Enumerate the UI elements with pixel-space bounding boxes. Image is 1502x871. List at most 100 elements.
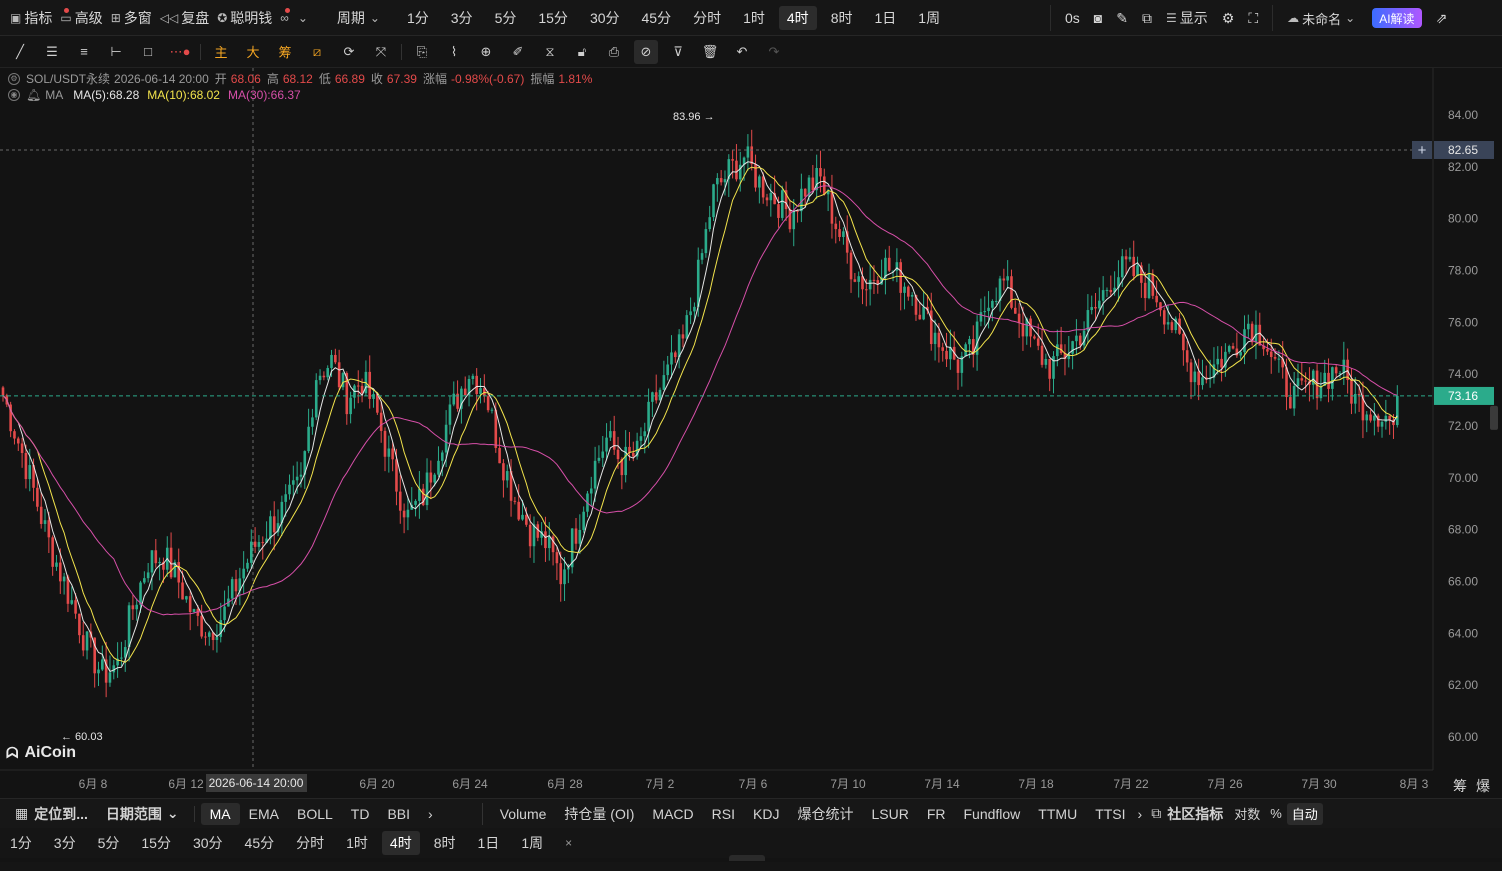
indicator-ttmu[interactable]: TTMU [1029,803,1086,825]
log-scale-toggle[interactable]: 对数 [1229,803,1265,825]
chevron-right-icon[interactable]: › [419,803,442,825]
camera-icon[interactable]: ◙ [1094,0,1102,36]
chart-area[interactable]: 84.00 82.00 80.00 78.00 76.00 74.00 72.00 70.00… [0,68,1502,798]
locate-button[interactable]: ▦ 定位到... [6,803,97,825]
period-dropdown[interactable]: 周期 ⌄ [333,0,387,36]
indicator-bbi[interactable]: BBI [378,803,419,825]
settings-circle-icon[interactable]: ⚙ [8,72,20,85]
dotted-ray-icon[interactable]: ⋯● [164,36,196,68]
indicator-kdj[interactable]: KDJ [744,803,788,825]
visibility-icon[interactable]: ⧖ [534,36,566,68]
period-1m[interactable]: 1分 [399,6,437,30]
period-15m[interactable]: 15分 [530,6,576,30]
indicator-liquidation[interactable]: 爆仓统计 [788,803,862,825]
period-1w[interactable]: 1周 [910,6,948,30]
indicator-ma[interactable]: MA [200,802,240,825]
indicator-volume[interactable]: Volume [491,803,556,825]
indicator-rsi[interactable]: RSI [703,803,744,825]
period-timeshare[interactable]: 分时 [685,6,729,30]
template-icon[interactable]: ⎙ [598,36,630,68]
chevron-right-icon[interactable]: › [1135,803,1146,825]
indicator-td[interactable]: TD [342,803,379,825]
replay-button[interactable]: ◁◁ 复盘 [156,0,213,36]
bottom-period-3m[interactable]: 3分 [46,831,84,855]
bottom-period-15m[interactable]: 15分 [133,831,179,855]
bottom-period-1m[interactable]: 1分 [2,831,40,855]
chip-tool-icon[interactable]: 筹 [269,36,301,68]
brush-icon[interactable]: ✐ [502,36,534,68]
candle-body [1239,352,1242,356]
horizontal-ray-icon[interactable]: ⊢ [100,36,132,68]
main-tool-icon[interactable]: 主 [205,36,237,68]
indicator-oi[interactable]: 持仓量 (OI) [555,803,643,825]
indicator-boll[interactable]: BOLL [288,803,342,825]
zoom-icon[interactable]: ⊕ [470,36,502,68]
advanced-button[interactable]: ▭ 高级 [56,0,106,36]
multi-window-button[interactable]: ⊞ 多窗 [107,0,156,36]
close-icon[interactable]: × [557,831,580,855]
line-tool-icon[interactable]: ╱ [4,36,36,68]
price-chart[interactable]: 84.00 82.00 80.00 78.00 76.00 74.00 72.00 70.00… [0,68,1502,798]
display-button[interactable]: ☰ 显示 [1166,0,1208,36]
percent-scale-toggle[interactable]: % [1265,803,1287,825]
pencil-icon[interactable]: ✎ [1116,0,1128,36]
layout-dropdown[interactable]: ☁ 未命名 ⌄ [1287,0,1358,36]
indicator-fr[interactable]: FR [918,803,955,825]
bottom-period-1h[interactable]: 1时 [338,831,376,855]
indicator-fundflow[interactable]: Fundflow [954,803,1029,825]
parallel-lines-icon[interactable]: ☰ [36,36,68,68]
bottom-period-5m[interactable]: 5分 [90,831,128,855]
magnet-icon[interactable]: ⊘ [634,39,658,64]
popout-icon[interactable]: ⇗ [1436,0,1448,36]
fullscreen-icon[interactable]: ⛶ [1248,0,1258,36]
period-5m[interactable]: 5分 [487,6,525,30]
community-indicators-button[interactable]: ⧉ 社区指标 [1145,803,1229,825]
period-8h[interactable]: 8时 [823,6,861,30]
measure-tool-icon[interactable]: ⤧ [365,36,397,68]
note-icon[interactable]: ⎘ [406,36,438,68]
bottom-period-1d[interactable]: 1日 [470,831,508,855]
share-icon[interactable]: ⧉ [1142,0,1152,36]
big-tool-icon[interactable]: 大 [237,36,269,68]
indicator-lsur[interactable]: LSUR [862,803,917,825]
trend-tool-icon[interactable]: ⧄ [301,36,333,68]
settings-icon[interactable]: ⚙ [1222,0,1235,36]
redo-icon[interactable]: ↷ [758,36,790,68]
period-1h[interactable]: 1时 [735,6,773,30]
undo-icon[interactable]: ↶ [726,36,758,68]
bell-icon[interactable]: 🔔︎ [26,88,41,102]
rectangle-icon[interactable]: □ [132,36,164,68]
ai-interpret-button[interactable]: AI解读 [1372,8,1422,28]
time-tick-label: 7月 22 [1113,777,1149,791]
date-range-dropdown[interactable]: 日期范围 ⌄ [97,803,188,825]
bottom-period-45m[interactable]: 45分 [237,831,283,855]
period-3m[interactable]: 3分 [443,6,481,30]
bottom-period-timeshare[interactable]: 分时 [288,831,332,855]
liquidation-toggle[interactable]: 爆 [1476,779,1490,795]
bottom-period-8h[interactable]: 8时 [426,831,464,855]
indicator-ema[interactable]: EMA [240,803,288,825]
ruler-icon[interactable]: ⌇ [438,36,470,68]
bottom-period-30m[interactable]: 30分 [185,831,231,855]
bottom-period-4h[interactable]: 4时 [381,831,420,855]
filter-icon[interactable]: ⊽ [662,36,694,68]
smart-money-button[interactable]: ✪ 聪明钱 [213,0,291,36]
period-1d[interactable]: 1日 [866,6,904,30]
auto-scale-toggle[interactable]: 自动 [1286,802,1323,825]
visibility-circle-icon[interactable]: ◉ [8,89,20,101]
lock-icon[interactable]: 🔓︎ [566,36,598,68]
panel-resize-handle[interactable] [729,855,765,861]
glasses-button[interactable]: ∞ ⌄ [276,0,315,36]
add-alert-icon[interactable]: + [1418,142,1427,159]
trash-icon[interactable]: 🗑︎ [694,36,726,68]
cycle-tool-icon[interactable]: ⟳ [333,36,365,68]
indicator-button[interactable]: ▣ 指标 [6,0,69,36]
period-4h[interactable]: 4时 [778,5,817,30]
period-30m[interactable]: 30分 [582,6,628,30]
bottom-period-1w[interactable]: 1周 [513,831,551,855]
indicator-macd[interactable]: MACD [643,803,702,825]
chip-toggle[interactable]: 筹 [1453,778,1467,795]
horizontal-lines-icon[interactable]: ≡ [68,36,100,68]
indicator-ttsi[interactable]: TTSI [1086,803,1134,825]
period-45m[interactable]: 45分 [634,6,680,30]
